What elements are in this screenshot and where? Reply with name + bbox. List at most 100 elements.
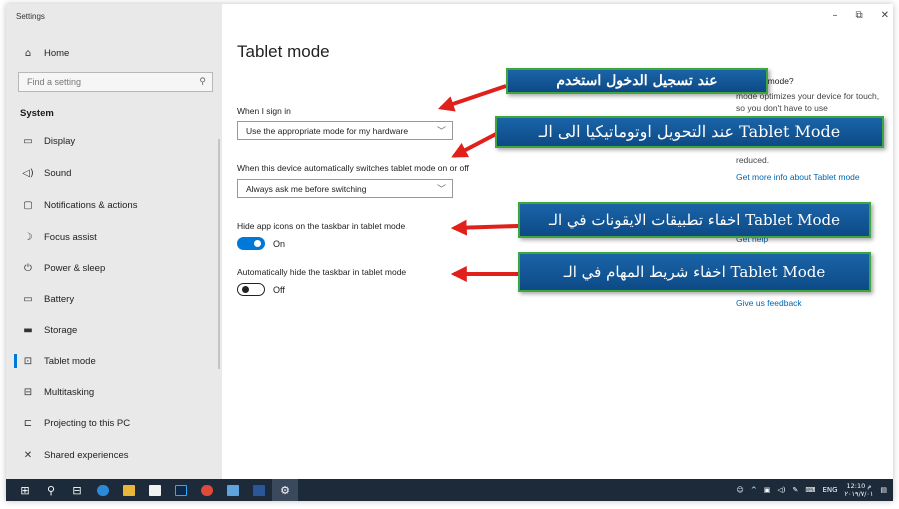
- sidebar-item-home[interactable]: ⌂ Home: [6, 40, 222, 66]
- page-title: Tablet mode: [237, 42, 330, 61]
- sidebar-item-battery[interactable]: ▭ Battery: [6, 286, 222, 312]
- sidebar-item-shared[interactable]: ✕ Shared experiences: [6, 442, 222, 468]
- search-input[interactable]: Find a setting ⚲: [18, 72, 213, 92]
- sidebar-item-label: Multitasking: [44, 386, 95, 398]
- multitasking-icon: ⊟: [23, 386, 33, 398]
- store-icon[interactable]: [142, 479, 168, 501]
- volume-icon[interactable]: ◁): [777, 486, 785, 494]
- toggle-knob: [242, 285, 249, 293]
- close-button[interactable]: ✕: [881, 10, 889, 21]
- clock[interactable]: 12:10 م ٢٠١٩/٧/٠١: [845, 482, 874, 498]
- task-view-icon[interactable]: ⊟: [64, 479, 90, 501]
- callout-sign-in: عند تسجيل الدخول استخدم: [506, 68, 768, 94]
- hide-icons-toggle[interactable]: [237, 237, 265, 250]
- hide-icons-toggle-row: On: [237, 237, 285, 250]
- system-tray: ☺ ^ ▣ ◁) ✎ ⌨ ENG 12:10 م ٢٠١٩/٧/٠١ ▤: [737, 479, 887, 501]
- file-explorer-icon[interactable]: [116, 479, 142, 501]
- chevron-up-icon[interactable]: ^: [751, 486, 757, 494]
- callout-hide-taskbar: اخفاء شريط المهام في الـ Tablet Mode: [518, 252, 871, 292]
- sidebar-item-label: Storage: [44, 324, 78, 336]
- notifications-icon: ▢: [23, 199, 33, 211]
- sidebar-item-tablet-mode[interactable]: ⊡ Tablet mode: [6, 348, 222, 374]
- edge-icon[interactable]: [90, 479, 116, 501]
- sidebar: Settings ⌂ Home Find a setting ⚲ System …: [6, 4, 222, 479]
- window-title: Settings: [16, 12, 45, 21]
- focus-assist-icon: ☽: [23, 231, 33, 243]
- word-shape: [253, 484, 265, 496]
- word-icon[interactable]: [246, 479, 272, 501]
- sidebar-item-multitasking[interactable]: ⊟ Multitasking: [6, 379, 222, 405]
- power-icon: ⏻: [24, 262, 32, 274]
- sidebar-item-label: Display: [44, 135, 76, 147]
- sign-in-dropdown[interactable]: Use the appropriate mode for my hardware…: [237, 121, 453, 140]
- sidebar-item-focus-assist[interactable]: ☽ Focus assist: [6, 224, 222, 250]
- tablet-icon: ⊡: [23, 355, 33, 367]
- more-info-link[interactable]: Get more info about Tablet mode: [736, 172, 860, 182]
- info-body-end: reduced.: [736, 155, 770, 165]
- callout-auto-switch: عند التحويل اوتوماتيكيا الى الـ Tablet M…: [495, 116, 884, 148]
- paint-shape: [227, 484, 239, 496]
- sidebar-item-label: Battery: [44, 293, 75, 305]
- hide-taskbar-toggle-row: Off: [237, 283, 285, 296]
- storage-icon: ▬: [23, 324, 33, 336]
- action-center-icon[interactable]: ▤: [880, 486, 887, 494]
- sidebar-item-label: Focus assist: [44, 231, 97, 243]
- sidebar-item-storage[interactable]: ▬ Storage: [6, 317, 222, 343]
- section-heading: System: [20, 108, 54, 119]
- clock-time: 12:10 م: [846, 482, 872, 490]
- hide-icons-state: On: [273, 238, 286, 249]
- search-icon[interactable]: ⚲: [38, 479, 64, 501]
- sidebar-item-label: Home: [44, 47, 70, 59]
- search-icon: ⚲: [199, 76, 206, 86]
- settings-taskbar-icon[interactable]: ⚙: [272, 479, 298, 501]
- sound-icon: ◁): [22, 167, 34, 179]
- chevron-down-icon: ﹀: [436, 185, 446, 195]
- settings-window: Settings ⌂ Home Find a setting ⚲ System …: [6, 4, 893, 501]
- photoshop-icon[interactable]: [168, 479, 194, 501]
- sidebar-item-label: Power & sleep: [44, 262, 106, 274]
- battery-icon: ▭: [23, 293, 33, 305]
- people-icon[interactable]: ☺: [737, 486, 744, 494]
- network-icon[interactable]: ▣: [764, 486, 771, 494]
- store-shape: [149, 484, 161, 496]
- chrome-icon[interactable]: [194, 479, 220, 501]
- sign-in-label: When I sign in: [237, 106, 291, 116]
- shared-icon: ✕: [23, 449, 33, 461]
- auto-switch-value: Always ask me before switching: [246, 184, 367, 194]
- sidebar-item-label: Tablet mode: [44, 355, 96, 367]
- sidebar-scrollbar[interactable]: [218, 139, 220, 369]
- sidebar-item-label: Notifications & actions: [44, 199, 138, 211]
- pen-icon[interactable]: ✎: [792, 486, 798, 494]
- window-controls: – ⧉ ✕: [832, 10, 889, 21]
- sidebar-item-label: Shared experiences: [44, 449, 129, 461]
- callout-hide-icons: اخفاء تطبيقات الايقونات في الـ Tablet Mo…: [518, 202, 871, 238]
- sidebar-item-label: Projecting to this PC: [44, 417, 131, 429]
- feedback-link[interactable]: Give us feedback: [736, 298, 802, 308]
- ps-shape: [175, 484, 187, 496]
- chevron-down-icon: ﹀: [436, 127, 446, 137]
- sidebar-item-projecting[interactable]: ⊏ Projecting to this PC: [6, 410, 222, 436]
- paint-icon[interactable]: [220, 479, 246, 501]
- taskbar: ⊞ ⚲ ⊟ ⚙ ☺ ^ ▣ ◁) ✎ ⌨ ENG 12:10 م ٢٠١٩/٧/…: [6, 479, 893, 501]
- search-placeholder: Find a setting: [27, 77, 82, 87]
- sidebar-item-notifications[interactable]: ▢ Notifications & actions: [6, 192, 222, 218]
- keyboard-icon[interactable]: ⌨: [805, 486, 815, 494]
- display-icon: ▭: [23, 135, 33, 147]
- language-indicator[interactable]: ENG: [822, 486, 837, 494]
- hide-icons-label: Hide app icons on the taskbar in tablet …: [237, 221, 406, 231]
- minimize-button[interactable]: –: [832, 10, 837, 21]
- projecting-icon: ⊏: [23, 417, 33, 429]
- edge-shape: [97, 484, 109, 496]
- hide-taskbar-state: Off: [273, 284, 285, 295]
- restore-button[interactable]: ⧉: [855, 10, 862, 21]
- sidebar-item-display[interactable]: ▭ Display: [6, 128, 222, 154]
- home-icon: ⌂: [24, 47, 32, 59]
- auto-switch-dropdown[interactable]: Always ask me before switching ﹀: [237, 179, 453, 198]
- sidebar-item-label: Sound: [44, 167, 72, 179]
- start-button[interactable]: ⊞: [12, 479, 38, 501]
- sidebar-item-sound[interactable]: ◁) Sound: [6, 160, 222, 186]
- chrome-shape: [201, 484, 213, 496]
- sign-in-value: Use the appropriate mode for my hardware: [246, 126, 409, 136]
- sidebar-item-power[interactable]: ⏻ Power & sleep: [6, 255, 222, 281]
- hide-taskbar-toggle[interactable]: [237, 283, 265, 296]
